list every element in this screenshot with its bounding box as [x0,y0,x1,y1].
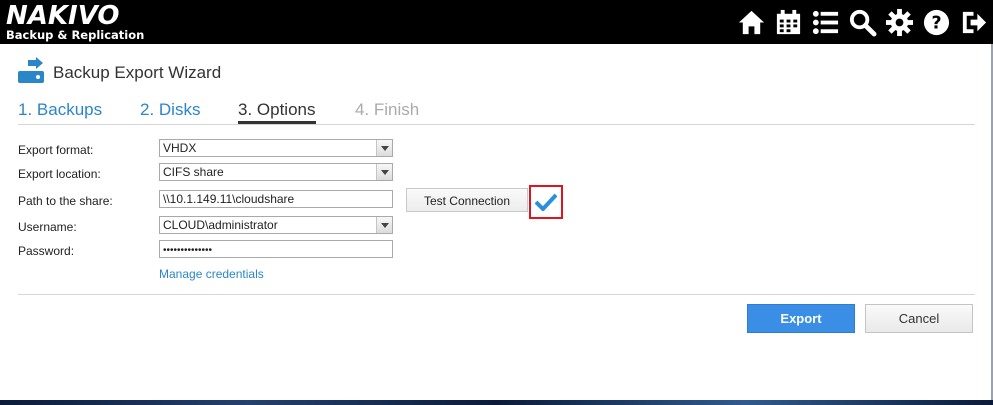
export-format-value: VHDX [163,141,197,155]
manage-credentials-link[interactable]: Manage credentials [159,267,264,281]
password-input[interactable]: •••••••••••••• [159,240,393,258]
chevron-down-icon[interactable] [376,164,392,180]
connection-success-check [529,185,563,219]
calendar-icon[interactable] [773,6,804,38]
wizard-title: Backup Export Wizard [53,63,222,82]
path-input[interactable]: \\10.1.149.11\cloudshare [159,190,393,208]
chevron-down-icon[interactable] [376,140,392,156]
username-value: CLOUD\administrator [163,218,278,232]
password-value: •••••••••••••• [163,245,213,256]
list-icon[interactable] [810,6,841,38]
top-icons: ? [736,6,989,38]
top-bar: NAKIVO Backup & Replication ? [0,0,993,44]
path-label: Path to the share: [18,194,113,208]
chevron-down-icon[interactable] [376,217,392,233]
checkmark-icon [535,193,557,211]
search-icon[interactable] [847,6,878,38]
export-location-value: CIFS share [163,165,224,179]
export-format-select[interactable]: VHDX [159,139,393,157]
actions-divider [18,294,975,295]
logo-name: NAKIVO [6,1,120,31]
help-icon[interactable]: ? [921,6,952,38]
background-strip [0,400,993,405]
step-disks[interactable]: 2. Disks [140,100,200,120]
tabs-divider [18,124,975,125]
export-button[interactable]: Export [747,304,855,333]
cancel-button[interactable]: Cancel [865,304,973,333]
nakivo-logo: NAKIVO Backup & Replication [6,3,144,41]
step-backups[interactable]: 1. Backups [18,100,102,120]
test-connection-button[interactable]: Test Connection [406,188,528,212]
svg-text:?: ? [931,13,941,33]
step-options[interactable]: 3. Options [238,100,316,124]
logout-icon[interactable] [958,6,989,38]
export-wizard-icon [18,57,46,83]
username-select[interactable]: CLOUD\administrator [159,216,393,234]
export-location-select[interactable]: CIFS share [159,163,393,181]
export-format-label: Export format: [18,143,94,157]
wizard-panel: Backup Export Wizard 1. Backups 2. Disks… [0,44,993,400]
home-icon[interactable] [736,6,767,38]
step-finish: 4. Finish [355,100,420,119]
path-value: \\10.1.149.11\cloudshare [163,192,295,206]
gear-icon[interactable] [884,6,915,38]
logo-subtitle: Backup & Replication [6,28,145,42]
password-label: Password: [18,244,75,258]
username-label: Username: [18,220,77,234]
export-location-label: Export location: [18,167,101,181]
